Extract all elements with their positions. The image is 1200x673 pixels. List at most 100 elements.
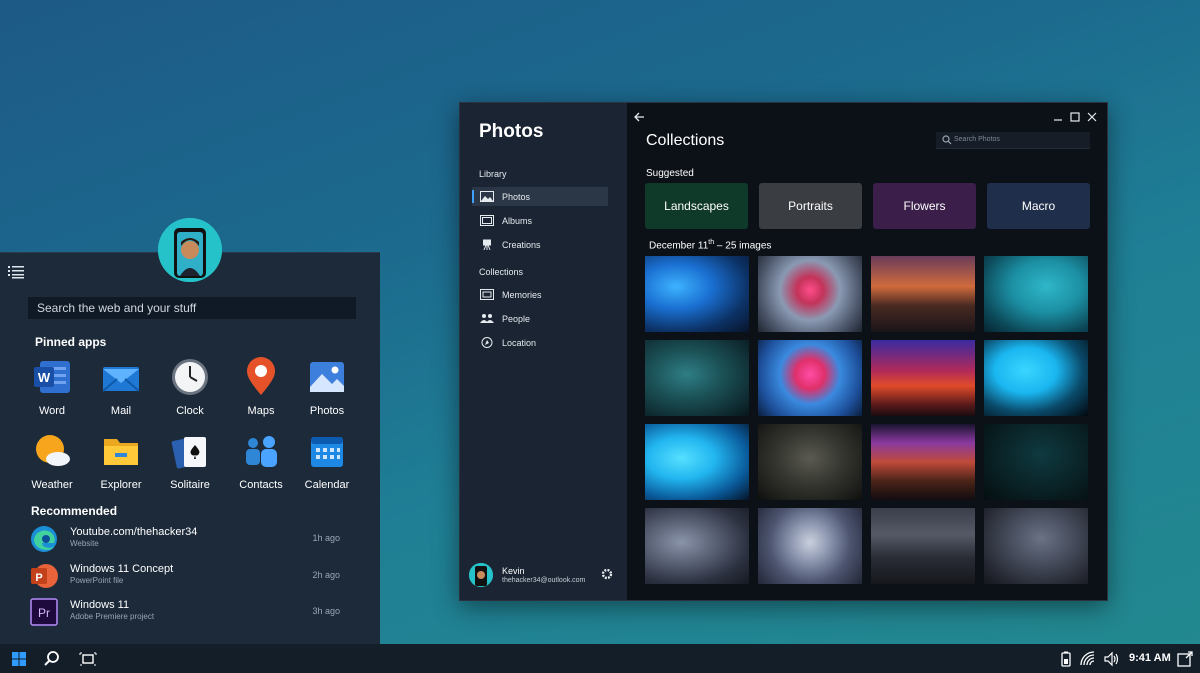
nav-item-memories[interactable]: Memories <box>472 285 608 304</box>
photos-sidebar: Photos Library Photos Albums Creations C… <box>460 103 627 600</box>
photo-tile[interactable] <box>758 340 862 416</box>
pinned-app-label: Mail <box>110 405 132 417</box>
contacts-icon <box>241 431 281 471</box>
calendar-icon <box>307 431 347 471</box>
photo-tile[interactable] <box>871 340 975 416</box>
nav-label: Location <box>502 338 537 348</box>
nav-item-creations[interactable]: Creations <box>472 235 608 254</box>
recommended-item[interactable]: P Windows 11 Concept PowerPoint file 2h … <box>30 560 350 592</box>
nav-item-people[interactable]: People <box>472 309 608 328</box>
photo-tile[interactable] <box>645 508 749 584</box>
word-icon: W <box>32 357 72 397</box>
photo-tile[interactable] <box>758 508 862 584</box>
chip-macro[interactable]: Macro <box>987 183 1090 229</box>
windows-start-icon[interactable] <box>10 650 28 668</box>
pinned-app-calendar[interactable]: Calendar <box>295 431 359 491</box>
gear-icon[interactable] <box>601 568 613 580</box>
recommended-heading: Recommended <box>31 504 118 518</box>
pinned-app-label: Weather <box>31 479 73 491</box>
battery-icon[interactable] <box>1057 650 1075 668</box>
pinned-app-explorer[interactable]: Explorer <box>89 431 153 491</box>
nav-item-albums[interactable]: Albums <box>472 211 608 230</box>
recommended-item[interactable]: Pr Windows 11 Adobe Premiere project 3h … <box>30 596 350 628</box>
app-title: Photos <box>479 121 544 142</box>
pinned-app-clock[interactable]: Clock <box>158 357 222 417</box>
chip-portraits[interactable]: Portraits <box>759 183 862 229</box>
start-search-input[interactable]: Search the web and your stuff <box>28 297 356 319</box>
nav-item-photos[interactable]: Photos <box>472 187 608 206</box>
recommended-title: Windows 11 <box>70 599 130 611</box>
user-avatar[interactable] <box>158 218 222 282</box>
easel-icon <box>483 239 491 250</box>
notification-icon[interactable] <box>1176 650 1194 668</box>
photos-window: Photos Library Photos Albums Creations C… <box>459 102 1108 601</box>
pinned-app-maps[interactable]: Maps <box>229 357 293 417</box>
back-arrow-icon[interactable] <box>633 111 645 123</box>
pinned-app-solitaire[interactable]: Solitaire <box>158 431 222 491</box>
recommended-subtitle: Adobe Premiere project <box>70 612 155 621</box>
photo-tile[interactable] <box>871 508 975 584</box>
nav-label: People <box>502 314 531 324</box>
recommended-time: 1h ago <box>312 533 340 543</box>
recommended-item[interactable]: Youtube.com/thehacker34 Website 1h ago <box>30 523 350 555</box>
mail-icon <box>101 357 141 397</box>
account-avatar <box>469 563 493 587</box>
photo-tile[interactable] <box>871 424 975 500</box>
search-icon[interactable] <box>43 650 61 668</box>
photos-search-input[interactable]: Search Photos <box>936 132 1090 149</box>
photo-tile[interactable] <box>984 424 1088 500</box>
album-icon <box>480 215 494 226</box>
recommended-subtitle: PowerPoint file <box>70 576 124 585</box>
recommended-time: 2h ago <box>312 570 340 580</box>
photo-tile[interactable] <box>645 256 749 332</box>
minimize-icon[interactable] <box>1053 112 1063 122</box>
pinned-app-word[interactable]: W Word <box>20 357 84 417</box>
account-profile[interactable]: Kevin thehacker34@outlook.com <box>469 563 619 589</box>
chip-landscapes[interactable]: Landscapes <box>645 183 748 229</box>
pinned-app-mail[interactable]: Mail <box>89 357 153 417</box>
chip-flowers[interactable]: Flowers <box>873 183 976 229</box>
pinned-app-label: Contacts <box>239 479 283 491</box>
maximize-icon[interactable] <box>1070 112 1080 122</box>
recommended-title: Youtube.com/thehacker34 <box>70 526 198 538</box>
all-apps-list-icon[interactable] <box>8 265 24 279</box>
maps-icon <box>241 357 281 397</box>
pinned-app-weather[interactable]: Weather <box>20 431 84 491</box>
photo-tile[interactable] <box>758 424 862 500</box>
close-icon[interactable] <box>1087 112 1097 122</box>
photo-tile[interactable] <box>984 256 1088 332</box>
film-icon <box>480 289 494 300</box>
task-view-icon[interactable] <box>79 650 97 668</box>
photos-main: Collections Search Photos Suggested Land… <box>627 103 1107 600</box>
volume-icon[interactable] <box>1103 650 1121 668</box>
powerpoint-icon: P <box>30 562 58 590</box>
network-icon[interactable] <box>1079 650 1097 668</box>
photo-tile[interactable] <box>871 256 975 332</box>
nav-heading-library: Library <box>479 169 507 179</box>
pinned-app-label: Maps <box>247 405 275 417</box>
photo-tile[interactable] <box>984 508 1088 584</box>
pinned-app-label: Clock <box>176 405 204 417</box>
taskbar: 9:41 AM <box>0 644 1200 673</box>
photos-icon <box>307 357 347 397</box>
pinned-app-photos[interactable]: Photos <box>295 357 359 417</box>
pinned-apps-heading: Pinned apps <box>35 335 107 349</box>
image-icon <box>480 191 494 202</box>
folder-icon <box>101 431 141 471</box>
nav-item-location[interactable]: Location <box>472 333 608 352</box>
nav-label: Photos <box>502 192 531 202</box>
search-icon <box>942 135 952 145</box>
photo-tile[interactable] <box>645 340 749 416</box>
svg-text:P: P <box>35 572 42 584</box>
date-group-heading: December 11th – 25 images <box>649 239 772 252</box>
photo-tile[interactable] <box>984 340 1088 416</box>
photo-tile[interactable] <box>758 256 862 332</box>
taskbar-clock[interactable]: 9:41 AM <box>1129 652 1171 664</box>
nav-label: Albums <box>502 216 533 226</box>
pinned-app-contacts[interactable]: Contacts <box>229 431 293 491</box>
start-menu: Search the web and your stuff Pinned app… <box>0 252 380 644</box>
photo-tile[interactable] <box>645 424 749 500</box>
nav-label: Memories <box>502 290 542 300</box>
weather-icon <box>32 431 72 471</box>
compass-icon <box>481 337 493 348</box>
